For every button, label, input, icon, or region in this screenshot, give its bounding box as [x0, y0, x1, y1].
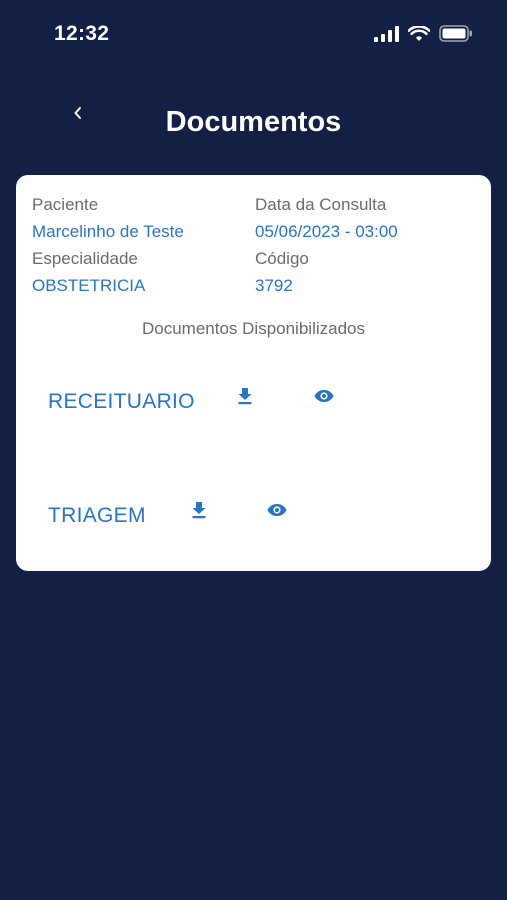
status-time: 12:32 — [54, 22, 110, 45]
eye-icon[interactable] — [266, 499, 288, 521]
status-icons — [374, 24, 473, 47]
specialty-label: Especialidade — [32, 249, 138, 268]
code-value: 3792 — [255, 276, 293, 295]
battery-icon — [439, 25, 473, 47]
code-label: Código — [255, 249, 309, 268]
eye-icon[interactable] — [313, 385, 335, 407]
documents-heading: Documentos Disponibilizados — [141, 319, 365, 338]
documents-screen: 12:32 Documentos Paciente Data da Consul… — [0, 0, 507, 900]
download-icon[interactable] — [188, 499, 210, 521]
patient-value: Marcelinho de Teste — [32, 222, 184, 241]
wifi-icon — [407, 24, 431, 47]
page-title: Documentos — [165, 106, 342, 138]
appointment-card: Paciente Data da Consulta Marcelinho de … — [16, 175, 491, 571]
document-name-triagem[interactable]: TRIAGEM — [48, 504, 146, 528]
date-label: Data da Consulta — [255, 195, 387, 214]
specialty-value: OBSTETRICIA — [32, 276, 146, 295]
patient-label: Paciente — [32, 195, 99, 214]
cellular-signal-icon — [374, 25, 399, 47]
date-value: 05/06/2023 - 03:00 — [255, 222, 398, 241]
download-icon[interactable] — [234, 385, 256, 407]
document-name-receituario[interactable]: RECEITUARIO — [48, 390, 195, 414]
